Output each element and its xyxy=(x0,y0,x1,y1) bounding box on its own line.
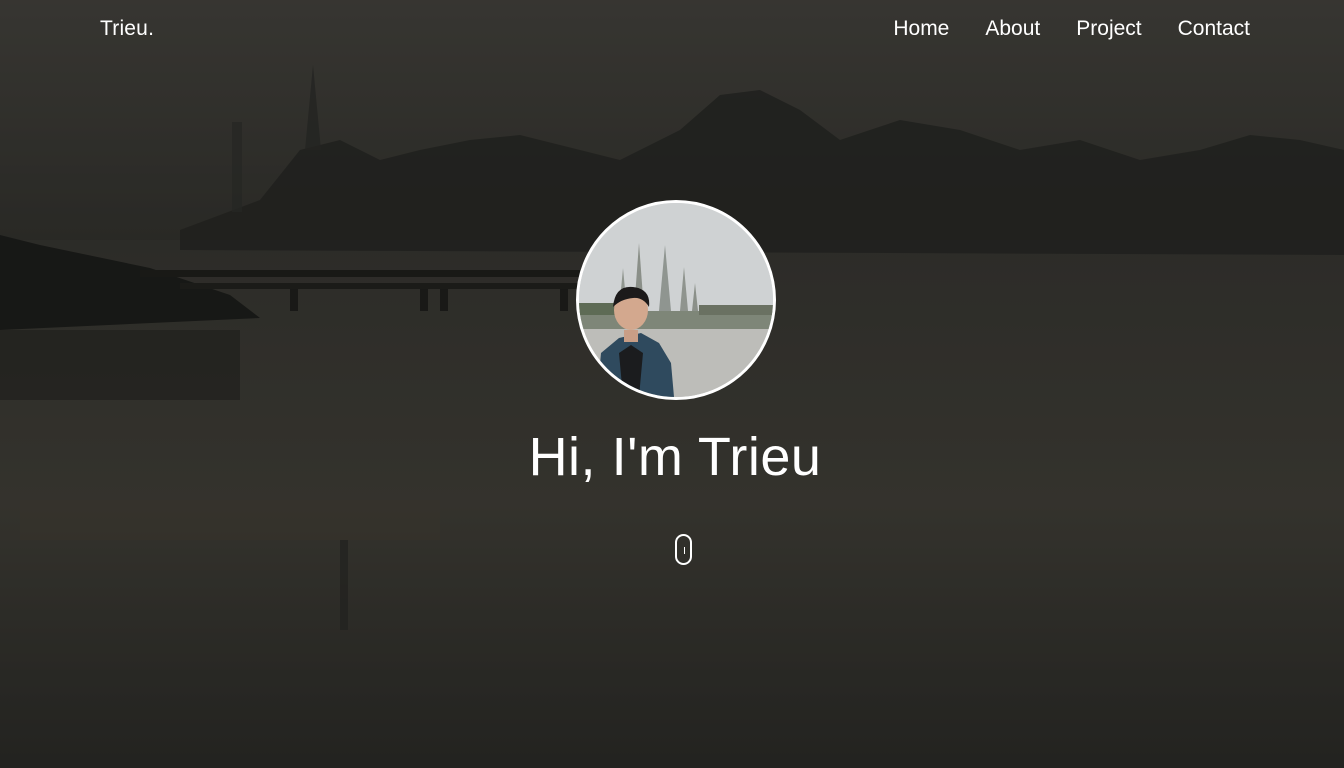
brand-logo[interactable]: Trieu. xyxy=(100,17,154,41)
navbar: Trieu. Home About Project Contact xyxy=(0,0,1344,60)
nav-link-home[interactable]: Home xyxy=(893,17,949,41)
hero-section: Trieu. Home About Project Contact Hi, I'… xyxy=(0,0,1344,768)
profile-photo-icon xyxy=(579,203,773,397)
nav-link-contact[interactable]: Contact xyxy=(1178,17,1250,41)
mouse-scroll-icon[interactable] xyxy=(675,534,692,565)
scroll-wheel-icon xyxy=(683,547,685,554)
nav-link-project[interactable]: Project xyxy=(1076,17,1141,41)
profile-avatar xyxy=(576,200,776,400)
nav-link-about[interactable]: About xyxy=(985,17,1040,41)
hero-greeting: Hi, I'm Trieu xyxy=(528,427,822,487)
nav-links: Home About Project Contact xyxy=(893,17,1250,41)
